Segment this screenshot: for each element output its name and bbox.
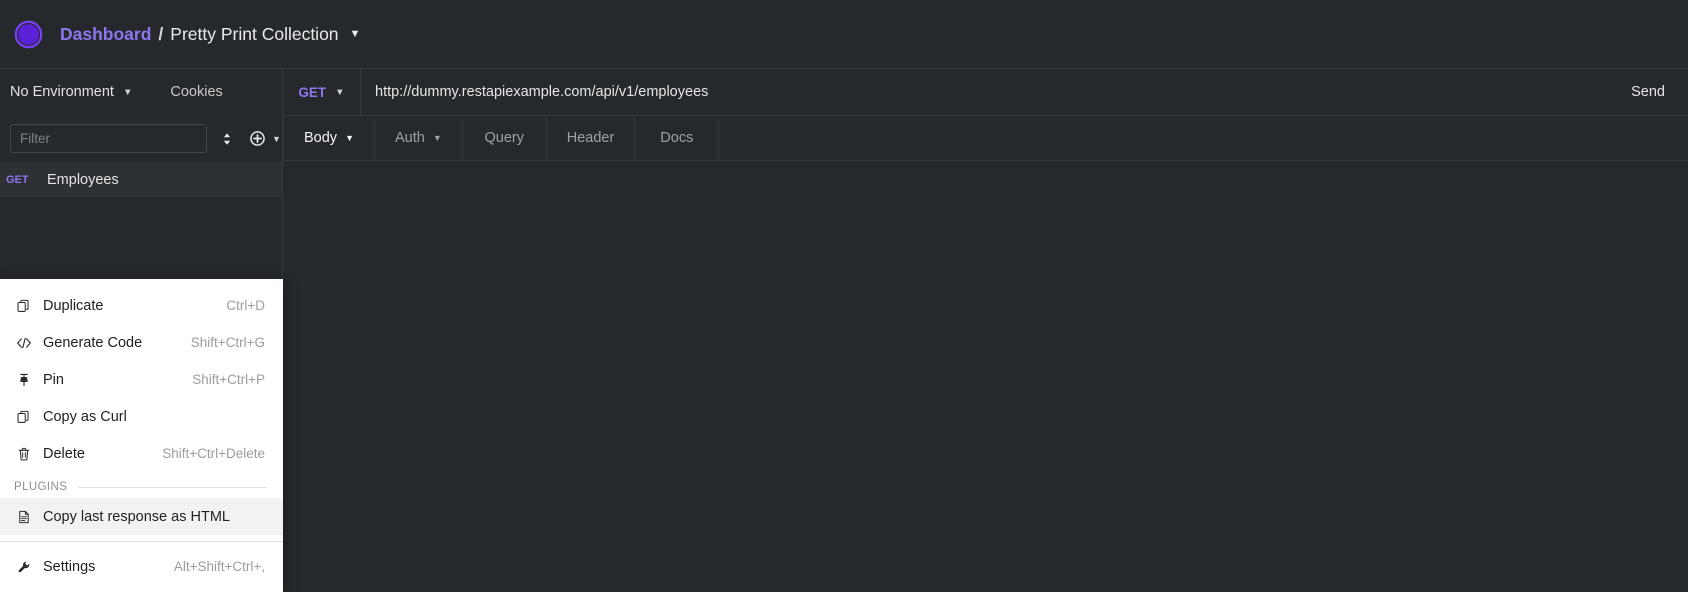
trash-icon <box>14 447 34 461</box>
tab-auth[interactable]: Auth ▼ <box>375 116 463 160</box>
tab-header[interactable]: Header <box>547 116 636 160</box>
code-icon <box>14 336 34 350</box>
add-request-button[interactable]: ▼ <box>247 127 281 151</box>
menu-item-settings[interactable]: Settings Alt+Shift+Ctrl+, <box>0 548 283 585</box>
url-input[interactable]: http://dummy.restapiexample.com/api/v1/e… <box>361 69 1608 115</box>
sidebar-filter-row: ▼ <box>0 115 282 162</box>
menu-item-copy-as-curl[interactable]: Copy as Curl <box>0 398 283 435</box>
url-bar: GET ▼ http://dummy.restapiexample.com/ap… <box>283 69 1688 116</box>
request-context-menu: Duplicate Ctrl+D Generate Code Shift+Ctr… <box>0 279 283 592</box>
send-button[interactable]: Send <box>1608 69 1688 115</box>
menu-item-label: Generate Code <box>43 334 143 351</box>
filter-input[interactable] <box>10 124 207 153</box>
menu-item-label: Duplicate <box>43 297 104 314</box>
tab-docs[interactable]: Docs <box>635 116 720 160</box>
copy-icon <box>14 410 34 424</box>
tab-label: Auth <box>394 130 425 146</box>
pin-icon <box>14 373 34 387</box>
tab-label: Query <box>484 130 525 146</box>
menu-divider <box>0 541 283 542</box>
menu-item-shortcut: Shift+Ctrl+G <box>190 335 265 350</box>
menu-item-shortcut: Alt+Shift+Ctrl+, <box>173 559 265 574</box>
insomnia-logo-icon <box>14 20 43 49</box>
menu-item-shortcut: Ctrl+D <box>226 298 265 313</box>
plus-circle-icon <box>247 127 267 151</box>
chevron-down-icon: ▼ <box>272 133 281 144</box>
request-method-label: GET <box>6 173 29 186</box>
tab-body[interactable]: Body ▼ <box>283 116 375 160</box>
menu-item-copy-last-response-as-html[interactable]: Copy last response as HTML <box>0 498 283 535</box>
chevron-down-icon[interactable]: ▼ <box>350 28 361 40</box>
menu-section-label: PLUGINS <box>14 481 68 493</box>
menu-item-delete[interactable]: Delete Shift+Ctrl+Delete <box>0 435 283 472</box>
wrench-icon <box>14 560 34 574</box>
menu-item-label: Pin <box>43 371 64 388</box>
menu-item-shortcut: Shift+Ctrl+Delete <box>162 446 265 461</box>
chevron-down-icon: ▼ <box>335 86 345 98</box>
method-label: GET <box>298 84 327 100</box>
breadcrumb-dashboard-link[interactable]: Dashboard <box>60 24 151 45</box>
tab-query[interactable]: Query <box>463 116 547 160</box>
sort-updown-icon[interactable] <box>217 127 237 151</box>
request-row-employees[interactable]: GET Employees <box>0 162 282 197</box>
tab-label: Header <box>566 130 615 146</box>
menu-item-label: Copy as Curl <box>43 408 127 425</box>
request-body-editor[interactable] <box>283 161 1688 592</box>
sidebar: No Environment ▼ Cookies ▼ <box>0 69 283 592</box>
chevron-down-icon: ▼ <box>345 133 354 143</box>
app-header: Dashboard / Pretty Print Collection ▼ <box>0 0 1688 69</box>
menu-item-duplicate[interactable]: Duplicate Ctrl+D <box>0 287 283 324</box>
chevron-down-icon: ▼ <box>122 86 133 98</box>
menu-item-label: Delete <box>43 445 85 462</box>
menu-item-label: Settings <box>43 558 96 575</box>
cookies-link[interactable]: Cookies <box>170 84 222 100</box>
breadcrumb: Dashboard / Pretty Print Collection ▼ <box>60 24 360 45</box>
menu-section-plugins: PLUGINS <box>0 472 283 498</box>
tab-label: Body <box>304 130 338 146</box>
request-tab-bar: Body ▼ Auth ▼ Query Header Docs <box>283 116 1688 161</box>
menu-item-generate-code[interactable]: Generate Code Shift+Ctrl+G <box>0 324 283 361</box>
menu-item-label: Copy last response as HTML <box>43 508 230 525</box>
environment-dropdown[interactable]: No Environment ▼ <box>10 84 132 100</box>
duplicate-icon <box>14 299 34 313</box>
environment-label: No Environment <box>10 84 114 100</box>
sidebar-top-row: No Environment ▼ Cookies <box>0 69 282 115</box>
document-icon <box>14 510 34 524</box>
chevron-down-icon: ▼ <box>432 133 442 143</box>
breadcrumb-separator: / <box>158 23 164 44</box>
main-layout: No Environment ▼ Cookies ▼ <box>0 69 1688 592</box>
menu-item-pin[interactable]: Pin Shift+Ctrl+P <box>0 361 283 398</box>
menu-section-divider <box>78 486 267 488</box>
menu-item-shortcut: Shift+Ctrl+P <box>192 372 265 387</box>
request-pane: GET ▼ http://dummy.restapiexample.com/ap… <box>283 69 1688 592</box>
request-name-label: Employees <box>47 171 119 188</box>
tab-label: Docs <box>660 130 694 146</box>
breadcrumb-current-workspace[interactable]: Pretty Print Collection <box>170 24 338 45</box>
method-dropdown[interactable]: GET ▼ <box>283 69 361 115</box>
